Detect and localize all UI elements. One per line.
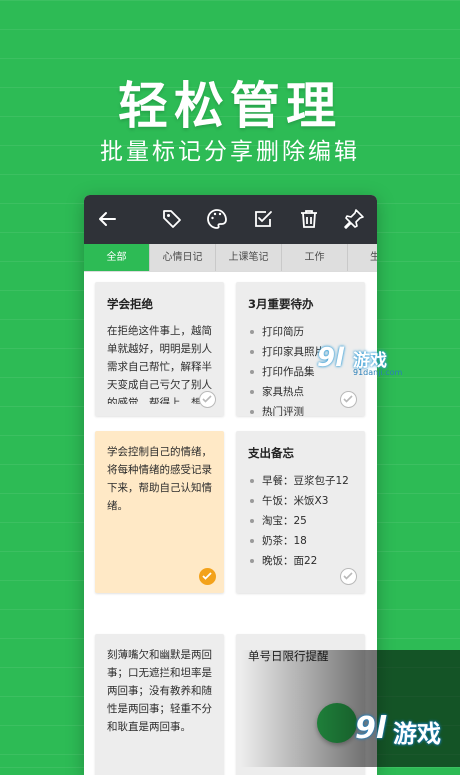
- list-item: 淘宝：25: [250, 511, 353, 531]
- note-title: 学会拒绝: [107, 297, 153, 311]
- watermark-url: 91danji.com: [353, 368, 403, 377]
- select-check-icon[interactable]: [199, 391, 216, 408]
- list-item: 午饭：米饭X3: [250, 491, 353, 511]
- expense-list: 早餐：豆浆包子12 午饭：米饭X3 淘宝：25 奶茶：18 晚饭：面22: [248, 471, 353, 571]
- note-card[interactable]: 支出备忘 早餐：豆浆包子12 午饭：米饭X3 淘宝：25 奶茶：18 晚饭：面2…: [236, 431, 365, 593]
- watermark-badge: 9l 游戏 91danji.com: [317, 343, 417, 387]
- note-body: 学会控制自己的情绪，将每种情绪的感受记录下来，帮助自己认知情绪。: [107, 446, 212, 512]
- category-tabs: 全部 心情日记 上课笔记 工作 生: [84, 244, 377, 272]
- watermark-logo: 9l: [317, 343, 345, 373]
- note-title: 支出备忘: [248, 446, 294, 460]
- tab-mood-diary[interactable]: 心情日记: [150, 244, 216, 271]
- list-item: 热门评测: [250, 402, 353, 416]
- note-card[interactable]: 学会控制自己的情绪，将每种情绪的感受记录下来，帮助自己认知情绪。: [95, 431, 224, 593]
- tab-class-notes[interactable]: 上课笔记: [216, 244, 282, 271]
- promo-headline: 轻松管理: [118, 77, 342, 135]
- watermark-corner-text: 游戏: [393, 720, 441, 748]
- list-item: 奶茶：18: [250, 531, 353, 551]
- list-item: 晚饭：面22: [250, 551, 353, 571]
- list-item: 早餐：豆浆包子12: [250, 471, 353, 491]
- toolbar: [84, 195, 377, 244]
- watermark-corner-logo: 9l: [355, 711, 387, 746]
- tag-icon[interactable]: [160, 207, 184, 231]
- phone-screen: 全部 心情日记 上课笔记 工作 生 学会拒绝 在拒绝这件事上，越简单就越好，明明…: [84, 195, 377, 775]
- checkbox-icon[interactable]: [251, 207, 275, 231]
- note-card[interactable]: 刻薄嘴欠和幽默是两回事；口无遮拦和坦率是两回事；没有教养和随性是两回事；轻重不分…: [95, 634, 224, 775]
- pin-icon[interactable]: [342, 207, 366, 231]
- trash-icon[interactable]: [297, 207, 321, 231]
- select-check-icon[interactable]: [199, 568, 216, 585]
- list-item: 打印简历: [250, 322, 353, 342]
- note-body: 在拒绝这件事上，越简单就越好，明明是别人需求自己帮忙，解释半天变成自己亏欠了别人…: [107, 325, 212, 404]
- note-title: 3月重要待办: [248, 297, 314, 311]
- tab-life[interactable]: 生: [348, 244, 377, 271]
- note-card[interactable]: 学会拒绝 在拒绝这件事上，越简单就越好，明明是别人需求自己帮忙，解释半天变成自己…: [95, 282, 224, 416]
- select-check-icon[interactable]: [340, 568, 357, 585]
- note-title: 单号日限行提醒: [248, 649, 329, 663]
- tab-work[interactable]: 工作: [282, 244, 348, 271]
- palette-icon[interactable]: [205, 207, 229, 231]
- note-body: 刻薄嘴欠和幽默是两回事；口无遮拦和坦率是两回事；没有教养和随性是两回事；轻重不分…: [107, 649, 212, 733]
- promo-subline: 批量标记分享删除编辑: [100, 139, 360, 165]
- select-check-icon[interactable]: [340, 391, 357, 408]
- add-note-button[interactable]: [317, 703, 357, 743]
- back-arrow-icon[interactable]: [95, 207, 119, 231]
- tab-all[interactable]: 全部: [84, 244, 150, 271]
